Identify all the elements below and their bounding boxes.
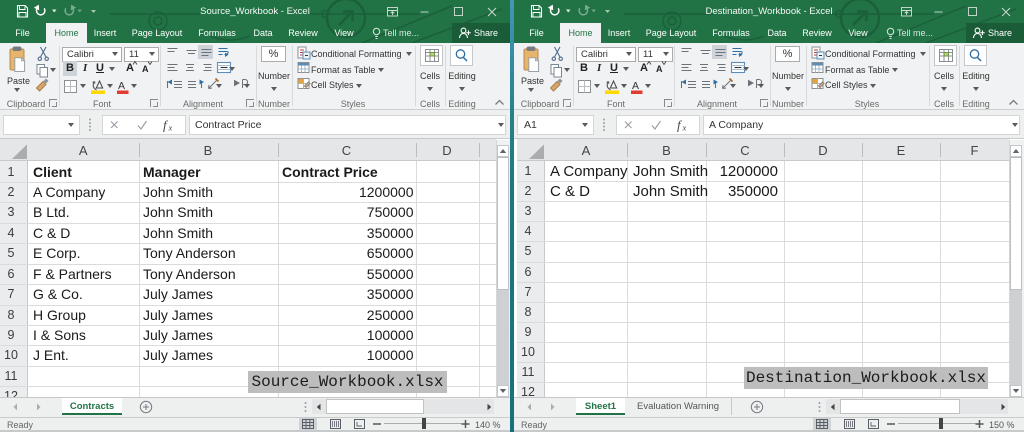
svg-text:x: x [682, 123, 687, 133]
svg-text:x: x [168, 123, 173, 133]
svg-text:A: A [118, 80, 125, 92]
svg-text:A: A [632, 80, 639, 92]
